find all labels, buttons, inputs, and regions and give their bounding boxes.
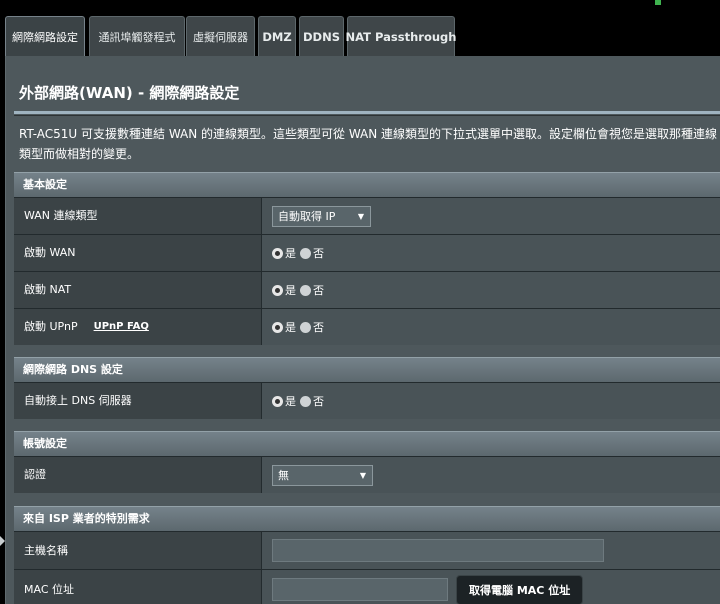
enable-upnp-label: 啟動 UPnP xyxy=(24,320,78,333)
auth-select[interactable]: 無 ▼ xyxy=(272,464,373,486)
content-panel: 外部網路(WAN) - 網際網路設定 RT-AC51U 可支援數種連結 WAN … xyxy=(5,56,720,604)
isp-requirements-section: 來自 ISP 業者的特別需求 主機名稱 MAC 位址 取得電腦 MAC 位址 xyxy=(14,506,720,604)
enable-wan-no-radio[interactable]: 否 xyxy=(300,245,324,261)
scroll-marker-icon xyxy=(0,536,5,546)
radio-checked-icon xyxy=(272,395,283,407)
tab-ddns[interactable]: DDNS xyxy=(299,16,344,56)
hostname-input[interactable] xyxy=(272,539,604,562)
radio-label: 否 xyxy=(313,284,324,297)
page-description: RT-AC51U 可支援數種連結 WAN 的連線類型。這些類型可從 WAN 連線… xyxy=(19,127,718,161)
radio-label: 是 xyxy=(285,395,296,408)
enable-nat-yes-radio[interactable]: 是 xyxy=(272,282,296,298)
auto-dns-no-radio[interactable]: 否 xyxy=(300,393,324,409)
chevron-down-icon: ▼ xyxy=(357,211,364,221)
wan-type-row: WAN 連線類型 自動取得 IP ▼ xyxy=(14,197,720,234)
wan-type-select[interactable]: 自動取得 IP ▼ xyxy=(272,205,371,227)
basic-settings-section: 基本設定 WAN 連線類型 自動取得 IP ▼ 啟動 WAN 是 否 啟動 NA… xyxy=(14,172,720,345)
radio-label: 否 xyxy=(313,247,324,260)
radio-label: 是 xyxy=(285,321,296,334)
page-title: 外部網路(WAN) - 網際網路設定 xyxy=(19,84,240,102)
auth-row: 認證 無 ▼ xyxy=(14,456,720,493)
radio-checked-icon xyxy=(272,321,283,333)
auth-value: 無 xyxy=(278,469,289,482)
radio-unchecked-icon xyxy=(300,247,311,259)
enable-wan-label: 啟動 WAN xyxy=(14,235,262,271)
tab-nat-passthrough[interactable]: NAT Passthrough xyxy=(346,16,456,56)
enable-wan-yes-radio[interactable]: 是 xyxy=(272,245,296,261)
radio-checked-icon xyxy=(272,247,283,259)
enable-upnp-label-cell: 啟動 UPnP UPnP FAQ xyxy=(14,309,262,345)
enable-upnp-no-radio[interactable]: 否 xyxy=(300,319,324,335)
top-strip xyxy=(0,0,720,16)
clone-mac-button[interactable]: 取得電腦 MAC 位址 xyxy=(456,574,584,604)
auth-label: 認證 xyxy=(14,457,262,493)
section-header: 基本設定 xyxy=(14,172,720,197)
tab-internet-settings[interactable]: 網際網路設定 xyxy=(5,16,85,56)
hostname-label: 主機名稱 xyxy=(14,532,262,569)
enable-upnp-row: 啟動 UPnP UPnP FAQ 是 否 xyxy=(14,308,720,345)
enable-upnp-yes-radio[interactable]: 是 xyxy=(272,319,296,335)
enable-nat-label: 啟動 NAT xyxy=(14,272,262,308)
radio-unchecked-icon xyxy=(300,321,311,333)
radio-unchecked-icon xyxy=(300,395,311,407)
enable-nat-no-radio[interactable]: 否 xyxy=(300,282,324,298)
enable-wan-row: 啟動 WAN 是 否 xyxy=(14,234,720,271)
section-header: 帳號設定 xyxy=(14,431,720,456)
title-divider xyxy=(14,111,720,114)
account-settings-section: 帳號設定 認證 無 ▼ xyxy=(14,431,720,493)
tab-port-trigger[interactable]: 通訊埠觸發程式 xyxy=(89,16,185,56)
title-divider-shadow xyxy=(14,115,720,116)
tab-virtual-server[interactable]: 虛擬伺服器 xyxy=(186,16,255,56)
chevron-down-icon: ▼ xyxy=(359,470,366,480)
tab-dmz[interactable]: DMZ xyxy=(258,16,296,56)
section-header: 來自 ISP 業者的特別需求 xyxy=(14,506,720,531)
radio-label: 否 xyxy=(313,395,324,408)
enable-nat-row: 啟動 NAT 是 否 xyxy=(14,271,720,308)
auto-dns-label: 自動接上 DNS 伺服器 xyxy=(14,383,262,419)
mac-label: MAC 位址 xyxy=(14,570,262,604)
status-indicator xyxy=(655,0,661,5)
radio-checked-icon xyxy=(272,284,283,296)
upnp-faq-link[interactable]: UPnP FAQ xyxy=(94,309,149,345)
mac-address-input[interactable] xyxy=(272,578,448,601)
dns-settings-section: 網際網路 DNS 設定 自動接上 DNS 伺服器 是 否 xyxy=(14,357,720,419)
auto-dns-yes-radio[interactable]: 是 xyxy=(272,393,296,409)
radio-unchecked-icon xyxy=(300,284,311,296)
tab-bar: 網際網路設定 通訊埠觸發程式 虛擬伺服器 DMZ DDNS NAT Passth… xyxy=(0,16,720,56)
wan-type-value: 自動取得 IP xyxy=(278,210,336,223)
section-header: 網際網路 DNS 設定 xyxy=(14,357,720,382)
wan-type-label: WAN 連線類型 xyxy=(14,198,262,234)
radio-label: 否 xyxy=(313,321,324,334)
radio-label: 是 xyxy=(285,284,296,297)
hostname-row: 主機名稱 xyxy=(14,531,720,569)
auto-dns-row: 自動接上 DNS 伺服器 是 否 xyxy=(14,382,720,419)
mac-row: MAC 位址 取得電腦 MAC 位址 xyxy=(14,569,720,604)
radio-label: 是 xyxy=(285,247,296,260)
